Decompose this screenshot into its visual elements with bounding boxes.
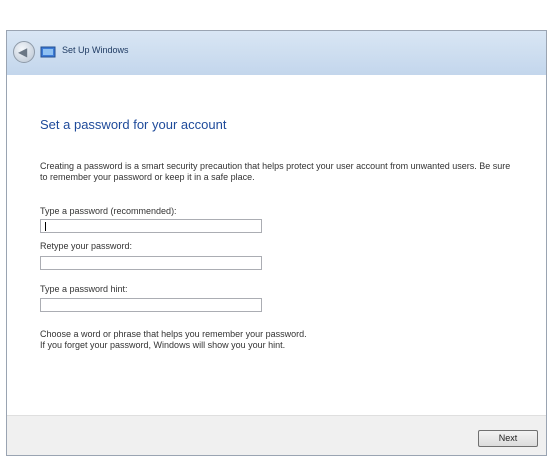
wizard-content: Set a password for your account Creating… xyxy=(7,75,546,415)
password-label: Type a password (recommended): xyxy=(40,206,177,216)
next-button[interactable]: Next xyxy=(478,430,538,447)
hint-explanation: Choose a word or phrase that helps you r… xyxy=(40,329,520,351)
back-arrow-icon: ◀ xyxy=(18,45,28,59)
page-heading: Set a password for your account xyxy=(40,117,227,132)
hint-explanation-line-1: Choose a word or phrase that helps you r… xyxy=(40,329,307,339)
window-title: Set Up Windows xyxy=(62,45,129,55)
hint-explanation-line-2: If you forget your password, Windows wil… xyxy=(40,340,286,350)
setup-window: ◀ Set Up Windows Set a password for your… xyxy=(6,30,547,456)
password-field[interactable] xyxy=(40,219,262,233)
password-hint-field[interactable] xyxy=(40,298,262,312)
page-description: Creating a password is a smart security … xyxy=(40,161,511,182)
password-hint-label: Type a password hint: xyxy=(40,284,128,294)
wizard-footer: Next xyxy=(7,415,546,455)
retype-password-label: Retype your password: xyxy=(40,241,133,251)
back-button[interactable]: ◀ xyxy=(13,41,35,63)
text-caret xyxy=(45,222,46,231)
retype-password-field[interactable] xyxy=(40,256,262,270)
setup-wizard-icon xyxy=(40,46,56,58)
title-bar: ◀ Set Up Windows xyxy=(7,31,546,76)
